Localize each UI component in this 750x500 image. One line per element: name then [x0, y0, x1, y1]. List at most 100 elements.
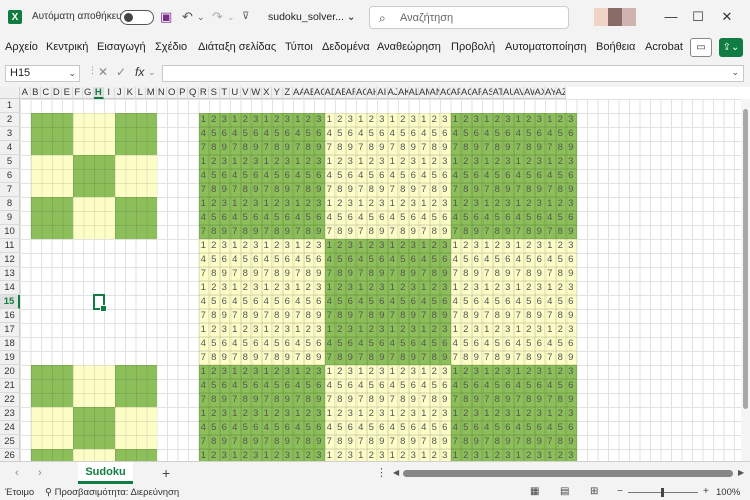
sudoku-cell[interactable]: 9: [566, 393, 577, 407]
sudoku-cell[interactable]: 6: [566, 337, 577, 351]
sudoku-cell[interactable]: 5: [335, 127, 346, 141]
sudoku-cell[interactable]: 8: [429, 225, 440, 239]
sudoku-cell[interactable]: 8: [240, 309, 251, 323]
sudoku-cell[interactable]: 1: [387, 323, 398, 337]
sudoku-cell[interactable]: 9: [345, 267, 356, 281]
sudoku-cell[interactable]: 2: [398, 197, 409, 211]
sudoku-cell[interactable]: 7: [261, 435, 272, 449]
sudoku-cell[interactable]: 6: [377, 253, 388, 267]
row-header-11[interactable]: 11: [0, 239, 20, 253]
sudoku-cell[interactable]: 2: [303, 281, 314, 295]
sudoku-cell[interactable]: 6: [345, 421, 356, 435]
sudoku-cell[interactable]: 3: [314, 407, 325, 421]
sudoku-cell[interactable]: 3: [408, 281, 419, 295]
sudoku-cell[interactable]: 6: [345, 169, 356, 183]
sudoku-cell[interactable]: 4: [230, 253, 241, 267]
sudoku-cell[interactable]: 7: [545, 435, 556, 449]
sudoku-cell[interactable]: 4: [513, 379, 524, 393]
sudoku-cell[interactable]: 7: [482, 435, 493, 449]
sudoku-cell[interactable]: 3: [377, 239, 388, 253]
sudoku-cell[interactable]: 4: [482, 211, 493, 225]
sudoku-cell[interactable]: 4: [230, 127, 241, 141]
sudoku-cell[interactable]: 2: [240, 113, 251, 127]
sudoku-cell[interactable]: 4: [545, 337, 556, 351]
sudoku-cell[interactable]: 1: [230, 323, 241, 337]
vertical-scrollbar[interactable]: [741, 99, 750, 461]
sudoku-cell[interactable]: 3: [314, 323, 325, 337]
column-header-AY[interactable]: AY: [545, 87, 556, 99]
sudoku-cell[interactable]: 1: [261, 407, 272, 421]
sudoku-cell[interactable]: 8: [461, 309, 472, 323]
sudoku-cell[interactable]: 7: [356, 351, 367, 365]
sudoku-cell[interactable]: 6: [251, 127, 262, 141]
sudoku-cell[interactable]: 4: [513, 295, 524, 309]
sudoku-cell[interactable]: 7: [513, 141, 524, 155]
sudoku-cell[interactable]: 5: [461, 421, 472, 435]
sudoku-cell[interactable]: 8: [555, 225, 566, 239]
sudoku-cell[interactable]: 3: [282, 197, 293, 211]
sudoku-cell[interactable]: 7: [261, 225, 272, 239]
sudoku-cell[interactable]: 6: [377, 421, 388, 435]
sudoku-cell[interactable]: 8: [555, 309, 566, 323]
sudoku-cell[interactable]: 3: [219, 365, 230, 379]
sudoku-cell[interactable]: 3: [282, 113, 293, 127]
sudoku-cell[interactable]: 9: [219, 267, 230, 281]
sudoku-cell[interactable]: 5: [240, 169, 251, 183]
sudoku-cell[interactable]: 1: [545, 113, 556, 127]
sudoku-cell[interactable]: 1: [293, 197, 304, 211]
sudoku-cell[interactable]: 2: [524, 407, 535, 421]
sudoku-cell[interactable]: 4: [324, 169, 335, 183]
sudoku-cell[interactable]: 1: [513, 323, 524, 337]
sudoku-cell[interactable]: 2: [335, 323, 346, 337]
sudoku-cell[interactable]: 3: [503, 155, 514, 169]
sudoku-cell[interactable]: 2: [555, 281, 566, 295]
sudoku-cell[interactable]: 2: [555, 155, 566, 169]
sudoku-cell[interactable]: 8: [335, 267, 346, 281]
sudoku-cell[interactable]: 2: [367, 449, 377, 461]
sudoku-cell[interactable]: 3: [503, 113, 514, 127]
sudoku-cell[interactable]: 5: [335, 379, 346, 393]
sudoku-cell[interactable]: 5: [303, 295, 314, 309]
sudoku-cell[interactable]: 6: [471, 295, 482, 309]
sudoku-cell[interactable]: 3: [345, 281, 356, 295]
sudoku-cell[interactable]: 4: [261, 421, 272, 435]
column-header-D[interactable]: D: [51, 87, 62, 99]
sudoku-cell[interactable]: 7: [261, 267, 272, 281]
sudoku-cell[interactable]: 4: [356, 127, 367, 141]
sudoku-cell[interactable]: 3: [566, 281, 577, 295]
sudoku-cell[interactable]: 7: [482, 393, 493, 407]
sudoku-cell[interactable]: 5: [461, 211, 472, 225]
sudoku-cell[interactable]: 1: [261, 323, 272, 337]
row-header-19[interactable]: 19: [0, 351, 20, 365]
sudoku-cell[interactable]: 4: [198, 337, 209, 351]
horizontal-scrollbar[interactable]: ◀ ▶: [393, 468, 747, 479]
sudoku-cell[interactable]: 1: [419, 281, 430, 295]
sudoku-cell[interactable]: 2: [366, 113, 377, 127]
sudoku-cell[interactable]: 7: [419, 267, 430, 281]
sudoku-cell[interactable]: 5: [398, 253, 409, 267]
sudoku-cell[interactable]: 2: [461, 323, 472, 337]
sudoku-cell[interactable]: 4: [261, 211, 272, 225]
sudoku-cell[interactable]: 4: [482, 295, 493, 309]
sudoku-cell[interactable]: 9: [314, 141, 325, 155]
tab-formulas[interactable]: Τύποι: [285, 41, 313, 53]
sudoku-cell[interactable]: 1: [356, 155, 367, 169]
sudoku-cell[interactable]: 1: [293, 449, 304, 461]
fx-chevron-icon[interactable]: ⌄: [148, 67, 156, 78]
sudoku-cell[interactable]: 2: [461, 281, 472, 295]
sudoku-cell[interactable]: 8: [240, 141, 251, 155]
autosave-toggle[interactable]: [120, 10, 154, 25]
column-header-N[interactable]: N: [156, 87, 167, 99]
sudoku-cell[interactable]: 9: [503, 435, 514, 449]
sudoku-cell[interactable]: 3: [503, 449, 514, 461]
sudoku-cell[interactable]: 1: [261, 281, 272, 295]
sudoku-cell[interactable]: 9: [251, 183, 262, 197]
sudoku-cell[interactable]: 5: [335, 253, 346, 267]
sudoku-cell[interactable]: 3: [377, 323, 388, 337]
sudoku-cell[interactable]: 2: [209, 407, 220, 421]
sudoku-cell[interactable]: 2: [366, 197, 377, 211]
sudoku-cell[interactable]: 1: [230, 281, 241, 295]
row-header-25[interactable]: 25: [0, 435, 20, 449]
sudoku-cell[interactable]: 3: [377, 449, 388, 461]
sudoku-cell[interactable]: 1: [324, 239, 335, 253]
